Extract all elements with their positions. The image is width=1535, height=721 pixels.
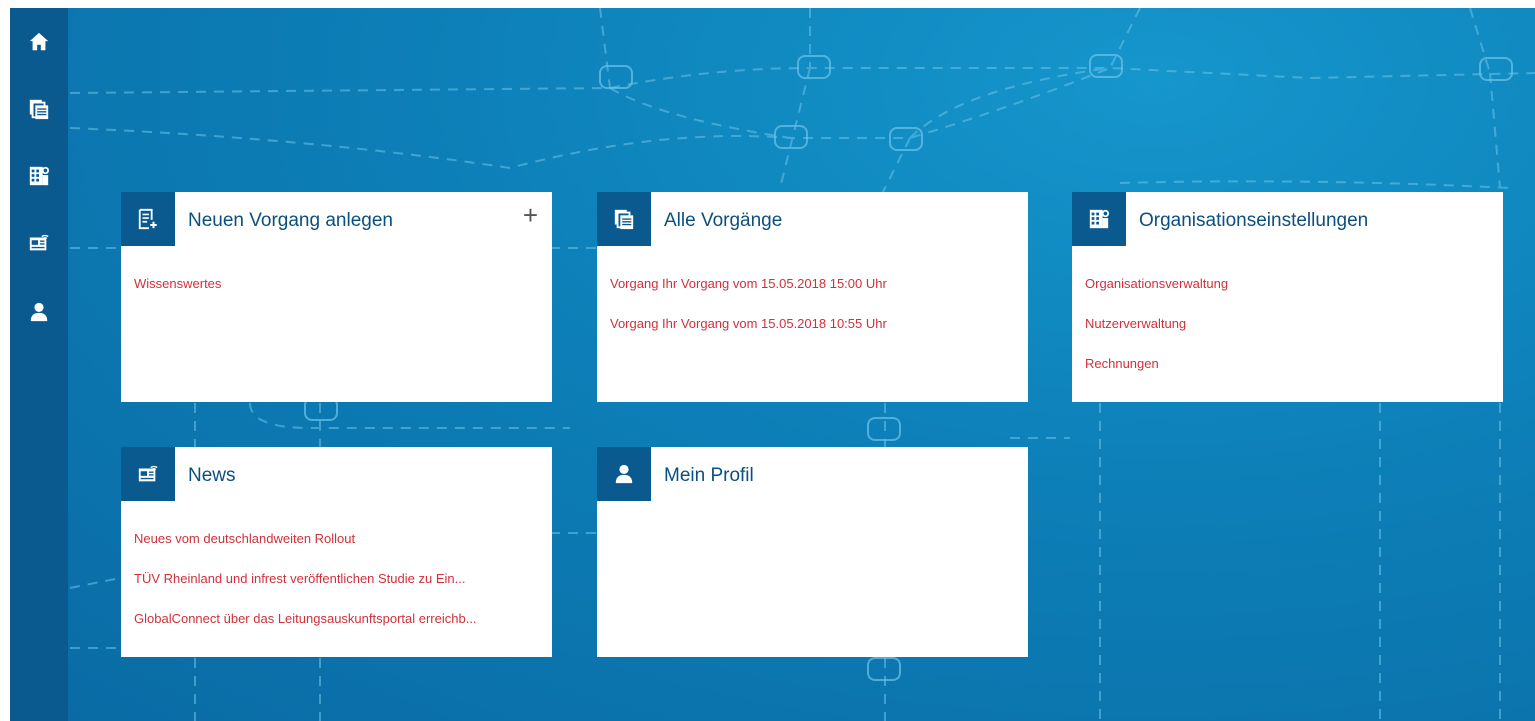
sidebar-item-organization[interactable] [10,156,68,196]
link-org-management[interactable]: Organisationsverwaltung [1085,276,1493,292]
card-all-cases: Alle Vorgänge Vorgang Ihr Vorgang vom 15… [597,192,1028,402]
card-header: Alle Vorgänge [597,192,1028,248]
card-icon-box [121,447,175,501]
card-header: Neuen Vorgang anlegen + [121,192,552,248]
sidebar [10,8,68,721]
organization-icon [1089,209,1110,229]
card-link-list: Neues vom deutschlandweiten Rollout TÜV … [134,531,542,651]
card-new-case: Neuen Vorgang anlegen + Wissenswertes [121,192,552,402]
sidebar-item-documents[interactable] [10,89,68,129]
home-icon [29,32,49,51]
link-news-article[interactable]: Neues vom deutschlandweiten Rollout [134,531,542,547]
card-link-list: Organisationsverwaltung Nutzerverwaltung… [1085,276,1493,396]
sidebar-item-profile[interactable] [10,292,68,332]
card-title[interactable]: Neuen Vorgang anlegen [188,210,393,232]
card-header: News [121,447,552,503]
card-title[interactable]: Alle Vorgänge [664,210,782,232]
card-org-settings: Organisationseinstellungen Organisations… [1072,192,1503,402]
card-title[interactable]: Organisationseinstellungen [1139,210,1368,232]
app-window: Neuen Vorgang anlegen + Wissenswertes Al… [10,8,1535,721]
organization-icon [29,166,50,186]
card-icon-box [597,447,651,501]
documents-icon [614,209,634,230]
user-icon [615,464,633,484]
card-icon-box [1072,192,1126,246]
link-invoices[interactable]: Rechnungen [1085,356,1493,372]
link-user-management[interactable]: Nutzerverwaltung [1085,316,1493,332]
news-icon [29,234,49,251]
card-title[interactable]: Mein Profil [664,465,754,487]
link-case[interactable]: Vorgang Ihr Vorgang vom 15.05.2018 10:55… [610,316,1018,332]
add-case-button[interactable]: + [523,202,538,228]
card-header: Mein Profil [597,447,1028,503]
card-news: News Neues vom deutschlandweiten Rollout… [121,447,552,657]
add-document-icon [138,208,157,230]
card-title[interactable]: News [188,465,236,487]
card-profile: Mein Profil [597,447,1028,657]
user-icon [30,302,48,322]
link-news-article[interactable]: GlobalConnect über das Leitungsauskunfts… [134,611,542,627]
sidebar-item-news[interactable] [10,223,68,263]
documents-icon [29,99,49,120]
link-case[interactable]: Vorgang Ihr Vorgang vom 15.05.2018 15:00… [610,276,1018,292]
link-news-article[interactable]: TÜV Rheinland und infrest veröffentliche… [134,571,542,587]
card-link-list: Wissenswertes [134,276,542,316]
card-icon-box [597,192,651,246]
card-header: Organisationseinstellungen [1072,192,1503,248]
link-knowledge[interactable]: Wissenswertes [134,276,542,292]
sidebar-item-home[interactable] [10,22,68,62]
card-link-list: Vorgang Ihr Vorgang vom 15.05.2018 15:00… [610,276,1018,356]
news-icon [138,465,158,482]
card-icon-box [121,192,175,246]
